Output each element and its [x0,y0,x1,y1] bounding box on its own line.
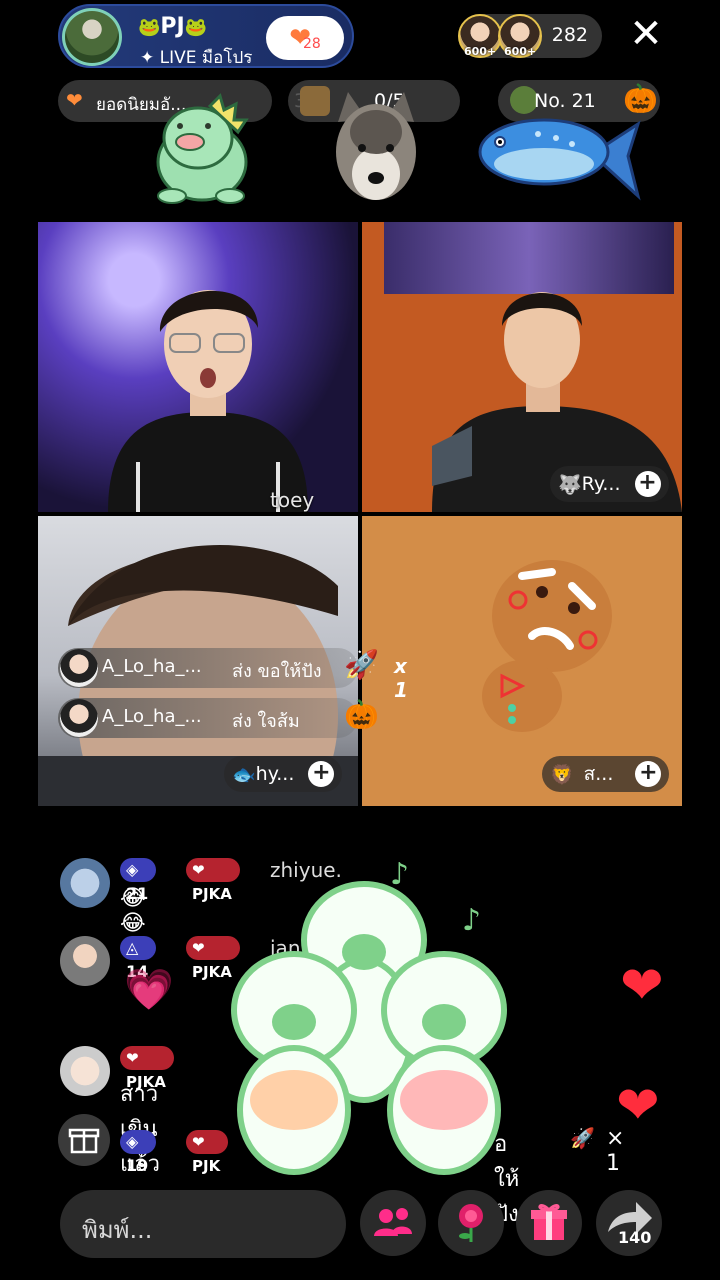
fish-sticker [478,118,641,201]
follow-plus-button[interactable]: + [308,761,335,787]
tile-name: hy... [255,763,295,785]
rose-icon [459,1204,483,1242]
gift-box-icon [68,1128,100,1154]
heart-icon: ❤ [66,88,83,112]
sender-avatar [60,649,98,687]
rocket-gift-icon: 🚀 [570,1126,595,1150]
viewer-avatar[interactable]: 600+ [498,14,542,58]
viewer-list[interactable]: 600+ 600+ 282 [458,14,602,58]
level-badge: ◈ 21 [120,858,157,903]
goal-avatar [300,86,330,116]
host-name: 🐸PJ🐸 [138,14,207,39]
viewer-badge: 600+ [504,45,537,58]
guests-button[interactable] [360,1190,426,1256]
video-tile-4[interactable]: 🦁 ส... + [362,516,682,806]
gingerbread-figure [482,560,612,732]
follow-plus-button[interactable]: + [635,761,662,787]
rocket-gift-icon: 🚀 [344,648,379,681]
frog-icon: 🐸 [138,17,161,38]
lion-icon: 🦁 [550,763,574,786]
chat-text: 😂😂 [120,886,146,936]
sender-name: A_Lo_ha_... [102,656,202,677]
viewer-avatar[interactable]: 600+ [458,14,502,58]
wolf-sticker [336,92,416,200]
tile-name-tag[interactable]: 🐟 hy... + [224,756,343,792]
chat-avatar[interactable] [60,858,110,908]
floating-heart-icon: ❤ [620,956,664,1016]
streamer-figure [108,290,308,512]
svg-text:♪: ♪ [390,860,409,892]
gift-notification[interactable]: A_Lo_ha_... ส่ง ใจส้ม 🎃 [58,698,379,738]
tile-name-tag[interactable]: 🦁 ส... + [542,756,670,792]
wolf-icon: 🐺 [558,473,582,496]
dinosaur-sticker [156,93,249,204]
tile-name: toey [270,488,315,512]
chat-avatar[interactable] [60,1046,110,1096]
sender-avatar [60,699,98,737]
gift-box-button[interactable] [58,1114,110,1166]
host-info-pill[interactable]: 🐸PJ🐸 ✦ LIVE มือโปร ❤ 28 [58,4,354,68]
gift-text: ส่ง ใจส้ม [232,711,300,732]
tile-name: Ry... [581,473,621,495]
sender-name: A_Lo_ha_... [102,706,202,727]
share-count: 140 [618,1228,652,1247]
host-subtitle: ✦ LIVE มือโปร [140,48,253,68]
frog-icon: 🐸 [184,17,208,38]
level-badge: ◬ 14 [120,936,157,981]
level-badge: ◈ 19 [120,1130,157,1175]
close-icon[interactable]: ✕ [626,14,666,56]
host-name-text: PJ [160,14,185,39]
fan-badge: ❤ PJKA [120,1046,174,1091]
host-likes-button[interactable]: ❤ 28 [266,16,344,60]
pumpkin-gift-icon: 🎃 [344,698,379,731]
gift-multiplier: x 1 [394,654,408,702]
gift-text: ส่ง ขอให้ปัง [232,661,322,682]
video-tile-2[interactable]: 🐺 Ry... + [362,222,682,512]
people-icon [374,1208,412,1236]
svg-text:♪: ♪ [462,903,481,938]
gift-notification[interactable]: A_Lo_ha_... ส่ง ขอให้ปัง 🚀 x 1 [58,648,408,702]
singing-kids-sticker: ♪ ♪ [231,860,507,1175]
comment-placeholder: พิมพ์... [82,1216,153,1244]
follow-plus-button[interactable]: + [634,471,661,497]
viewer-count: 282 [551,24,588,46]
heart-face-sticker: 💗 [124,967,174,1013]
fish-icon: 🐟 [232,763,256,786]
comment-input[interactable]: พิมพ์... [60,1190,346,1258]
tile-name-tag[interactable]: 🐺 Ry... + [550,466,669,502]
host-avatar[interactable] [62,8,122,66]
floating-heart-icon: ❤ [616,1076,660,1136]
host-likes-count: 28 [302,36,321,52]
gift-icon [531,1204,567,1240]
tile-name: ส... [583,763,614,785]
video-tile-1[interactable]: toey [38,222,358,512]
gift-button[interactable] [516,1190,582,1256]
chat-avatar[interactable] [60,936,110,986]
viewer-badge: 600+ [464,45,497,58]
rose-button[interactable] [438,1190,504,1256]
